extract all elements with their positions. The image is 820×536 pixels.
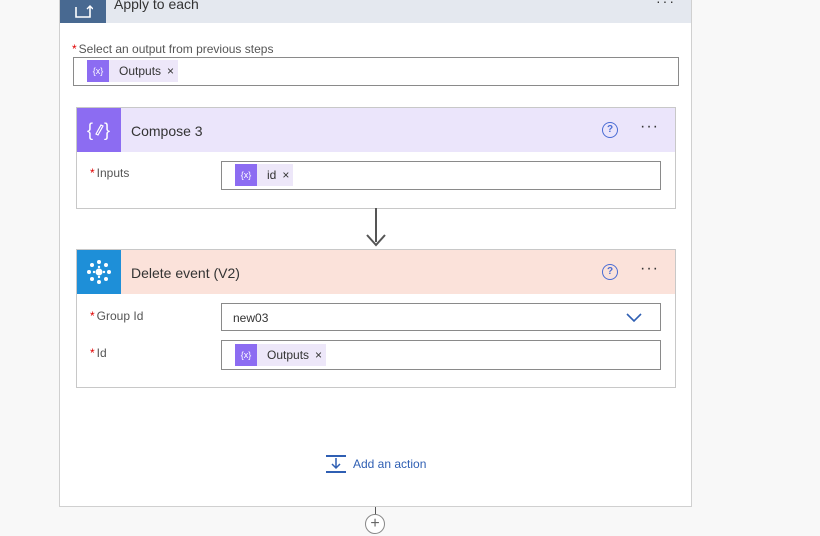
add-action-button[interactable]: Add an action: [325, 454, 426, 474]
remove-token-icon[interactable]: ×: [167, 64, 174, 78]
id-token[interactable]: {x} id ×: [235, 164, 294, 186]
add-action-label: Add an action: [353, 457, 427, 471]
connector-arrow-icon: [366, 234, 386, 247]
id-field[interactable]: {x} Outputs ×: [221, 340, 661, 370]
expression-icon: {x}: [235, 344, 257, 366]
group-id-dropdown[interactable]: new03: [221, 303, 661, 331]
more-options-icon[interactable]: ···: [640, 119, 659, 135]
add-action-icon: [326, 455, 346, 473]
group-id-label: * Group Id: [90, 309, 143, 323]
remove-token-icon[interactable]: ×: [282, 168, 289, 182]
compose-icon: { }: [77, 108, 121, 152]
required-mark: *: [90, 346, 95, 360]
remove-token-icon[interactable]: ×: [315, 348, 322, 362]
svg-text:{: {: [87, 120, 93, 140]
loop-icon: [60, 0, 106, 23]
apply-to-each-header[interactable]: Apply to each ···: [60, 0, 691, 23]
apply-to-each-title: Apply to each: [114, 0, 199, 12]
outputs-token[interactable]: {x} Outputs ×: [87, 60, 179, 82]
id-label: * Id: [90, 346, 107, 360]
inputs-label: * Inputs: [90, 166, 129, 180]
required-mark: *: [72, 42, 77, 56]
select-output-label-text: Select an output from previous steps: [78, 42, 274, 56]
compose-card: { } Compose 3 ? ···: [76, 107, 676, 209]
groups-connector-icon: [77, 250, 121, 294]
insert-step-plus-icon[interactable]: +: [365, 514, 385, 534]
group-id-label-text: Group Id: [96, 309, 144, 323]
expression-icon: {x}: [87, 60, 109, 82]
select-output-label: * Select an output from previous steps: [72, 42, 273, 56]
group-id-value: new03: [233, 311, 269, 325]
compose-title: Compose 3: [131, 123, 203, 139]
inputs-field[interactable]: {x} id ×: [221, 161, 661, 190]
token-label: id: [267, 168, 277, 182]
inputs-label-text: Inputs: [96, 166, 130, 180]
outputs-token[interactable]: {x} Outputs ×: [235, 344, 327, 366]
id-label-text: Id: [96, 346, 107, 360]
token-label: Outputs: [119, 64, 162, 78]
apply-to-each-more-icon[interactable]: ···: [656, 0, 676, 9]
more-options-icon[interactable]: ···: [640, 261, 659, 277]
select-output-input[interactable]: {x} Outputs ×: [73, 57, 679, 86]
svg-text:}: }: [104, 120, 110, 140]
required-mark: *: [90, 166, 95, 180]
expression-icon: {x}: [235, 164, 257, 186]
chevron-down-icon[interactable]: [626, 313, 642, 323]
required-mark: *: [90, 309, 95, 323]
help-icon[interactable]: ?: [602, 122, 618, 138]
delete-event-header[interactable]: Delete event (V2) ? ···: [77, 250, 675, 294]
token-label: Outputs: [267, 348, 310, 362]
compose-header[interactable]: { } Compose 3 ? ···: [77, 108, 675, 152]
help-icon[interactable]: ?: [602, 264, 618, 280]
delete-event-title: Delete event (V2): [131, 265, 240, 281]
